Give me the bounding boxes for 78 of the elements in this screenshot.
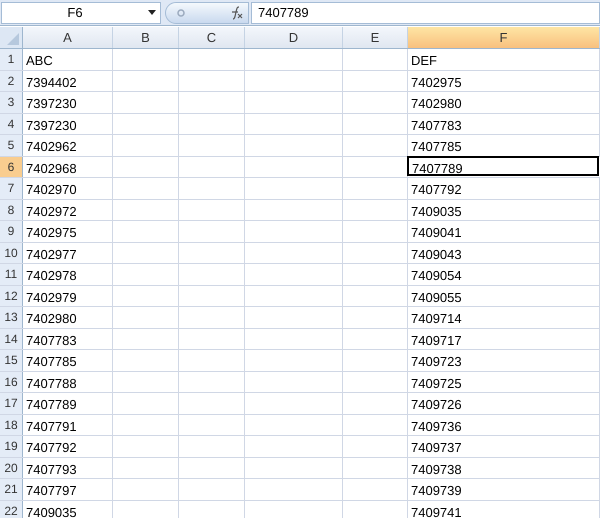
column-header[interactable]: C (179, 27, 245, 48)
table-cell[interactable]: 7409726 (408, 393, 600, 414)
table-cell[interactable]: DEF (408, 49, 600, 70)
table-cell[interactable]: 7407792 (408, 178, 600, 198)
table-cell[interactable]: 7409043 (408, 242, 600, 263)
table-cell[interactable]: 7407785 (23, 350, 113, 370)
table-cell[interactable]: 7397230 (23, 114, 113, 134)
row-header[interactable]: 20 (0, 458, 23, 478)
table-cell[interactable]: 7402962 (23, 135, 113, 156)
table-cell[interactable]: 7407785 (408, 135, 600, 156)
corner-triangle-icon (7, 33, 19, 45)
table-cell[interactable]: 7409741 (408, 500, 600, 518)
table-cell[interactable]: 7409725 (408, 372, 600, 392)
row-header[interactable]: 3 (0, 92, 23, 112)
column-header[interactable]: F (408, 27, 600, 48)
row-header[interactable]: 17 (0, 393, 23, 414)
table-cell[interactable]: 7407789 (407, 156, 599, 176)
row-header[interactable]: 21 (0, 479, 23, 500)
table-cell[interactable]: 7409717 (408, 328, 600, 349)
table-cell[interactable]: 7407793 (23, 458, 113, 478)
table-cell[interactable]: 7402977 (23, 242, 113, 263)
table-cell[interactable]: 7402968 (23, 156, 113, 177)
table-cell[interactable]: 7409738 (408, 458, 600, 478)
table-cell[interactable]: 7402980 (23, 307, 113, 328)
row-header[interactable]: 10 (0, 242, 23, 263)
table-cell[interactable]: 7409737 (408, 436, 600, 456)
row-header[interactable]: 13 (0, 307, 23, 328)
table-cell[interactable]: 7407788 (23, 372, 113, 392)
row-header[interactable]: 22 (0, 500, 23, 518)
row-header[interactable]: 4 (0, 114, 23, 134)
table-cell[interactable]: 7409054 (408, 264, 600, 284)
row-header[interactable]: 5 (0, 135, 23, 156)
table-cell[interactable]: 7407791 (23, 414, 113, 435)
row-header[interactable]: 8 (0, 200, 23, 220)
table-cell[interactable]: 7402975 (408, 70, 600, 91)
table-cell[interactable]: 7409723 (408, 350, 600, 370)
table-cell[interactable]: 7409035 (23, 500, 113, 518)
row-header[interactable]: 2 (0, 70, 23, 91)
table-cell[interactable]: 7409055 (408, 286, 600, 306)
column-header[interactable]: D (245, 27, 343, 48)
table-cell[interactable]: 7409035 (408, 200, 600, 220)
table-cell[interactable]: 7407789 (23, 393, 113, 414)
row-header[interactable]: 7 (0, 178, 23, 198)
table-cell[interactable]: 7409714 (408, 307, 600, 328)
select-all-corner[interactable] (0, 27, 23, 48)
row-header[interactable]: 9 (0, 221, 23, 242)
formula-field[interactable]: 7407789 (251, 2, 600, 24)
table-cell[interactable]: 7407797 (23, 479, 113, 500)
table-cell[interactable]: ABC (23, 49, 113, 70)
grip-icon (176, 8, 186, 18)
row-header[interactable]: 15 (0, 350, 23, 370)
table-cell[interactable]: 7394402 (23, 70, 113, 91)
column-header[interactable]: E (343, 27, 408, 48)
table-cell[interactable]: 7397230 (23, 92, 113, 112)
row-header[interactable]: 6 (0, 156, 23, 177)
table-cell[interactable]: 7402978 (23, 264, 113, 284)
table-cell[interactable]: 7407783 (408, 114, 600, 134)
table-cell[interactable]: 7409736 (408, 414, 600, 435)
column-header[interactable]: A (23, 27, 113, 48)
table-cell[interactable]: 7402980 (408, 92, 600, 112)
table-cell[interactable]: 7407783 (23, 328, 113, 349)
table-cell[interactable]: 7402970 (23, 178, 113, 198)
name-box[interactable]: F6 (1, 2, 161, 24)
row-header[interactable]: 18 (0, 414, 23, 435)
column-header[interactable]: B (113, 27, 179, 48)
table-cell[interactable]: 7402979 (23, 286, 113, 306)
dropdown-arrow-icon[interactable] (148, 10, 156, 15)
row-header[interactable]: 1 (0, 49, 23, 70)
row-header[interactable]: 19 (0, 436, 23, 456)
table-cell[interactable]: 7409739 (408, 479, 600, 500)
table-cell[interactable]: 7402972 (23, 200, 113, 220)
row-header[interactable]: 12 (0, 286, 23, 306)
table-cell[interactable]: 7409041 (408, 221, 600, 242)
row-header[interactable]: 11 (0, 264, 23, 284)
row-header[interactable]: 14 (0, 328, 23, 349)
table-cell[interactable]: 7402975 (23, 221, 113, 242)
table-cell[interactable]: 7407792 (23, 436, 113, 456)
row-header[interactable]: 16 (0, 372, 23, 392)
